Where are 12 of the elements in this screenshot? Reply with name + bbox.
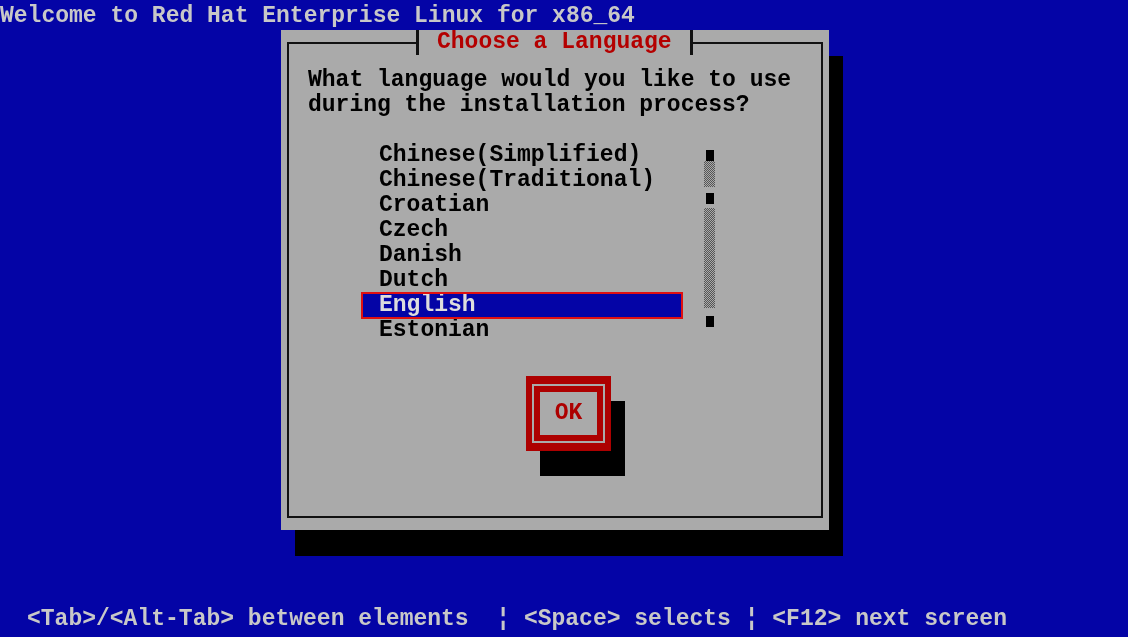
language-item[interactable]: Estonian — [378, 318, 674, 343]
dialog-title: Choose a Language — [416, 30, 693, 55]
screen-title: Welcome to Red Hat Enterprise Linux for x86_64 — [0, 4, 636, 29]
language-item[interactable]: English — [362, 293, 682, 318]
language-item[interactable]: Czech — [378, 218, 674, 243]
language-item[interactable]: Danish — [378, 243, 674, 268]
help-text: <Tab>/<Alt-Tab> between elements ¦ <Space> selects ¦ <F12> next screen — [27, 607, 1007, 632]
prompt-text: What language would you like to use during the installation process? — [308, 68, 793, 118]
language-item[interactable]: Chinese(Simplified) — [378, 143, 674, 168]
language-item[interactable]: Chinese(Traditional) — [378, 168, 674, 193]
language-item[interactable]: Croatian — [378, 193, 674, 218]
language-item[interactable]: Dutch — [378, 268, 674, 293]
